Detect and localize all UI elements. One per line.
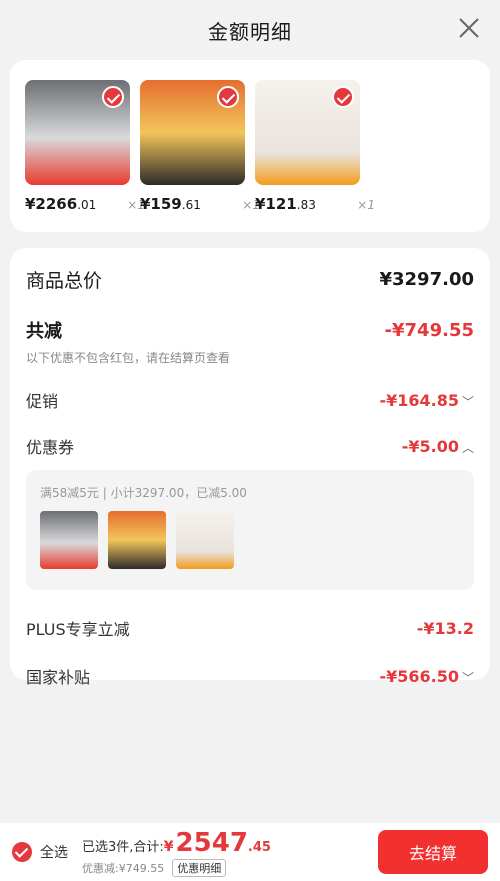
select-all-check-icon[interactable] xyxy=(12,842,32,862)
plus-row: PLUS专享立减 -¥13.2 xyxy=(26,616,474,640)
promo-label: 促销 xyxy=(26,392,59,411)
total-label: 商品总价 xyxy=(26,270,103,292)
coupon-detail-text: 满58减5元 | 小计3297.00，已减5.00 xyxy=(40,486,247,500)
coupon-product-thumb xyxy=(108,511,166,569)
header: 金额明细 xyxy=(0,0,500,60)
product-image xyxy=(255,80,360,185)
product-price: ¥2266.01 xyxy=(25,195,97,213)
reduce-value: -¥749.55 xyxy=(384,319,474,341)
checkout-button[interactable]: 去结算 xyxy=(378,830,488,874)
select-all-label[interactable]: 全选 xyxy=(40,842,68,862)
product-item[interactable]: ¥121.83 ×1 xyxy=(255,80,375,232)
close-icon[interactable] xyxy=(458,17,480,39)
discount-note: 以下优惠不包含红包，请在结算页查看 xyxy=(26,351,231,365)
total-value: ¥3297.00 xyxy=(379,269,474,290)
product-list: ¥2266.01 ×1 ¥159.61 ×1 ¥121.83 ×1 xyxy=(10,60,490,232)
checkout-bar: 全选 已选3件,合计: ¥ 2547 .45 优惠减:¥749.55 优惠明细 … xyxy=(0,823,500,881)
selected-check-icon[interactable] xyxy=(102,86,124,108)
reduce-row: 共减 -¥749.55 xyxy=(26,317,474,343)
chevron-down-icon: ﹀ xyxy=(461,670,474,685)
promo-row[interactable]: 促销 -¥164.85 ﹀ xyxy=(26,388,474,412)
product-price: ¥159.61 xyxy=(140,195,201,213)
checkout-info: 已选3件,合计: ¥ 2547 .45 优惠减:¥749.55 优惠明细 xyxy=(82,828,271,877)
coupon-product-thumb xyxy=(40,511,98,569)
gov-subsidy-label: 国家补贴 xyxy=(26,668,91,687)
total-amount: 2547 xyxy=(175,827,248,858)
reduce-label: 共减 xyxy=(26,321,62,342)
coupon-label: 优惠券 xyxy=(26,438,75,457)
chevron-up-icon: ︿ xyxy=(461,440,474,455)
product-image xyxy=(25,80,130,185)
currency-symbol: ¥ xyxy=(163,838,174,855)
coupon-product-thumb xyxy=(176,511,234,569)
product-qty: ×1 xyxy=(357,198,375,212)
page-title: 金额明细 xyxy=(208,19,292,44)
selected-check-icon[interactable] xyxy=(217,86,239,108)
plus-label: PLUS专享立减 xyxy=(26,620,130,639)
selected-count: 已选3件,合计: xyxy=(82,839,164,855)
product-item[interactable]: ¥2266.01 ×1 xyxy=(25,80,145,232)
amount-details: 商品总价 ¥3297.00 共减 -¥749.55 以下优惠不包含红包，请在结算… xyxy=(10,248,490,687)
total-row: 商品总价 ¥3297.00 xyxy=(26,266,474,293)
gov-subsidy-row[interactable]: 国家补贴 -¥566.50 ﹀ xyxy=(26,664,474,688)
discount-detail-tag[interactable]: 优惠明细 xyxy=(172,858,227,877)
plus-value: -¥13.2 xyxy=(416,618,474,638)
coupon-detail-box: 满58减5元 | 小计3297.00，已减5.00 xyxy=(26,470,474,590)
discount-summary: 优惠减:¥749.55 xyxy=(82,861,165,875)
coupon-value: -¥5.00 ︿ xyxy=(401,436,474,456)
selected-check-icon[interactable] xyxy=(332,86,354,108)
product-price: ¥121.83 xyxy=(255,195,316,213)
coupon-row[interactable]: 优惠券 -¥5.00 ︿ xyxy=(26,434,474,458)
chevron-down-icon: ﹀ xyxy=(461,394,474,409)
promo-value: -¥164.85 ﹀ xyxy=(379,390,474,410)
gov-subsidy-value: -¥566.50 ﹀ xyxy=(379,666,474,686)
product-image xyxy=(140,80,245,185)
product-item[interactable]: ¥159.61 ×1 xyxy=(140,80,260,232)
total-amount-decimal: .45 xyxy=(247,839,271,855)
